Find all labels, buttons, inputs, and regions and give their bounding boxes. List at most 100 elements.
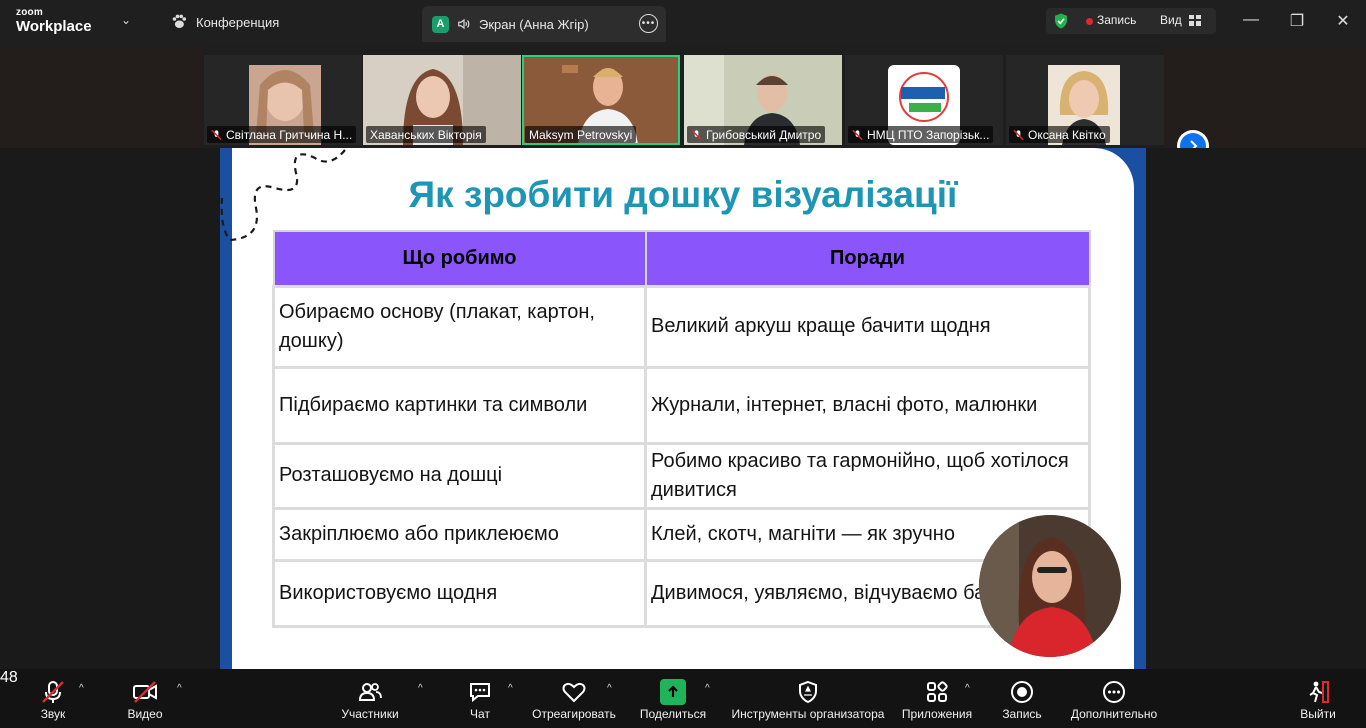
record-button[interactable]: Запись xyxy=(996,669,1048,728)
paw-icon xyxy=(172,14,187,28)
shield-icon xyxy=(799,680,817,704)
participant-name-tag: НМЦ ПТО Запорізьк... xyxy=(848,126,994,143)
share-button[interactable]: Поделиться xyxy=(636,669,710,728)
table-cell: Підбираємо картинки та символи xyxy=(272,365,647,445)
participant-name-tag: Хаванських Вікторія xyxy=(366,126,486,143)
video-off-icon xyxy=(133,681,157,703)
video-label: Видео xyxy=(127,707,163,721)
table-cell: Закріплюємо або приклеюємо xyxy=(272,506,647,562)
share-arrow-icon xyxy=(660,679,686,705)
record-label: Запись xyxy=(1002,707,1042,721)
leave-label: Выйти xyxy=(1300,707,1336,721)
participant-name-tag: Грибовський Дмитро xyxy=(687,126,826,143)
logo-workplace-text: Workplace xyxy=(16,18,92,35)
minimize-button[interactable]: — xyxy=(1236,11,1266,29)
restore-button[interactable]: ❐ xyxy=(1282,11,1312,31)
participant-tile[interactable]: Грибовський Дмитро xyxy=(684,55,842,145)
participants-label: Участники xyxy=(341,707,399,721)
record-dot-icon xyxy=(1086,18,1093,25)
more-label: Дополнительно xyxy=(1070,707,1158,721)
chat-icon xyxy=(470,683,490,703)
close-button[interactable]: ✕ xyxy=(1328,11,1358,31)
table-cell: Робимо красиво та гармонійно, щоб хотіло… xyxy=(644,441,1091,510)
participant-name-tag: Оксана Квітко xyxy=(1009,126,1110,143)
participant-tile[interactable]: НМЦ ПТО Запорізьк... xyxy=(845,55,1003,145)
leave-button[interactable]: Выйти xyxy=(1296,669,1340,728)
mic-muted-icon xyxy=(1013,129,1024,141)
logo-zoom-text: zoom xyxy=(16,7,43,18)
chevron-down-icon[interactable]: ⌄ xyxy=(121,13,131,27)
table-row: Закріплюємо або приклеюємо Клей, скотч, … xyxy=(272,506,1091,562)
mic-muted-icon xyxy=(691,129,702,141)
table-cell: Обираємо основу (плакат, картон, дошку) xyxy=(272,284,647,369)
participant-name: НМЦ ПТО Запорізьк... xyxy=(867,128,990,142)
table-cell: Використовуємо щодня xyxy=(272,558,647,628)
participant-name: Хаванських Вікторія xyxy=(370,128,482,142)
tips-table: Що робимо Поради Обираємо основу (плакат… xyxy=(272,230,1091,628)
heart-icon xyxy=(562,682,586,703)
audio-button[interactable]: Звук xyxy=(30,669,76,728)
participant-gallery: Світлана Гритчина Н... Хаванських Віктор… xyxy=(0,46,1366,162)
more-button[interactable]: Дополнительно xyxy=(1066,669,1162,728)
participant-tile[interactable]: Світлана Гритчина Н... xyxy=(204,55,362,145)
view-button[interactable]: Вид xyxy=(1160,13,1182,27)
react-button[interactable]: Отреагировать xyxy=(530,669,618,728)
shield-check-icon[interactable] xyxy=(1052,12,1070,30)
table-cell: Великий аркуш краще бачити щодня xyxy=(644,284,1091,369)
more-icon xyxy=(1103,681,1125,703)
participants-options-chevron-icon[interactable]: ^ xyxy=(418,683,423,694)
grid-view-icon[interactable] xyxy=(1189,15,1201,26)
meeting-info-button[interactable]: Конференция xyxy=(170,13,279,31)
participant-name-tag: Світлана Гритчина Н... xyxy=(207,126,357,143)
speaker-icon xyxy=(458,18,470,30)
presenter-video-bubble[interactable] xyxy=(979,515,1121,657)
participant-tile[interactable]: Хаванських Вікторія xyxy=(363,55,521,145)
apps-options-chevron-icon[interactable]: ^ xyxy=(965,683,970,694)
participant-tile-active-speaker[interactable]: Maksym Petrovskyi xyxy=(522,55,680,145)
presenter-photo xyxy=(979,515,1121,657)
recording-status-bar: Запись Вид xyxy=(1046,8,1216,34)
table-header-row: Що робимо Поради xyxy=(272,230,1091,287)
participant-name: Світлана Гритчина Н... xyxy=(226,128,353,142)
chat-button[interactable]: Чат xyxy=(458,669,502,728)
table-row: Розташовуємо на дошці Робимо красиво та … xyxy=(272,441,1091,510)
chat-options-chevron-icon[interactable]: ^ xyxy=(508,683,513,694)
participants-icon xyxy=(358,683,382,701)
share-label: Поделиться xyxy=(639,707,707,721)
table-cell: Розташовуємо на дошці xyxy=(272,441,647,510)
record-icon xyxy=(1011,681,1033,703)
recording-label[interactable]: Запись xyxy=(1097,13,1136,27)
participant-name: Оксана Квітко xyxy=(1028,128,1106,142)
column-header: Що робимо xyxy=(272,230,647,287)
react-options-chevron-icon[interactable]: ^ xyxy=(607,683,612,694)
meeting-toolbar: Звук ^ Видео ^ Участники 48 ^ Чат ^ Отре… xyxy=(0,669,1366,728)
host-tools-button[interactable]: Инструменты организатора xyxy=(728,669,888,728)
audio-options-chevron-icon[interactable]: ^ xyxy=(79,683,84,694)
title-bar: zoom Workplace ⌄ Конференция A Экран (Ан… xyxy=(0,0,1366,46)
video-button[interactable]: Видео xyxy=(122,669,168,728)
participant-name: Maksym Petrovskyi xyxy=(529,128,633,142)
apps-button[interactable]: Приложения xyxy=(898,669,976,728)
mic-muted-icon xyxy=(42,681,64,703)
column-header: Поради xyxy=(644,230,1091,287)
share-options-chevron-icon[interactable]: ^ xyxy=(705,683,710,694)
table-row: Підбираємо картинки та символи Журнали, … xyxy=(272,365,1091,445)
apps-icon xyxy=(927,681,948,702)
video-options-chevron-icon[interactable]: ^ xyxy=(177,683,182,694)
table-cell: Журнали, інтернет, власні фото, малюнки xyxy=(644,365,1091,445)
leave-icon xyxy=(1309,681,1329,703)
table-row: Обираємо основу (плакат, картон, дошку) … xyxy=(272,284,1091,369)
host-tools-label: Инструменты организатора xyxy=(731,707,885,721)
participant-tile[interactable]: Оксана Квітко xyxy=(1006,55,1164,145)
screen-share-tab[interactable]: A Экран (Анна Жгір) ••• xyxy=(422,6,666,42)
participants-button[interactable]: Участники xyxy=(334,669,406,728)
meeting-label: Конференция xyxy=(196,14,280,30)
audio-label: Звук xyxy=(40,707,66,721)
react-label: Отреагировать xyxy=(532,707,616,721)
mic-muted-icon xyxy=(852,129,863,141)
presenter-avatar-initial: A xyxy=(432,15,449,33)
screen-tab-label: Экран (Анна Жгір) xyxy=(479,16,589,32)
participant-name: Грибовський Дмитро xyxy=(706,128,822,142)
zoom-logo[interactable]: zoom Workplace xyxy=(16,7,116,35)
more-options-icon[interactable]: ••• xyxy=(639,14,658,33)
